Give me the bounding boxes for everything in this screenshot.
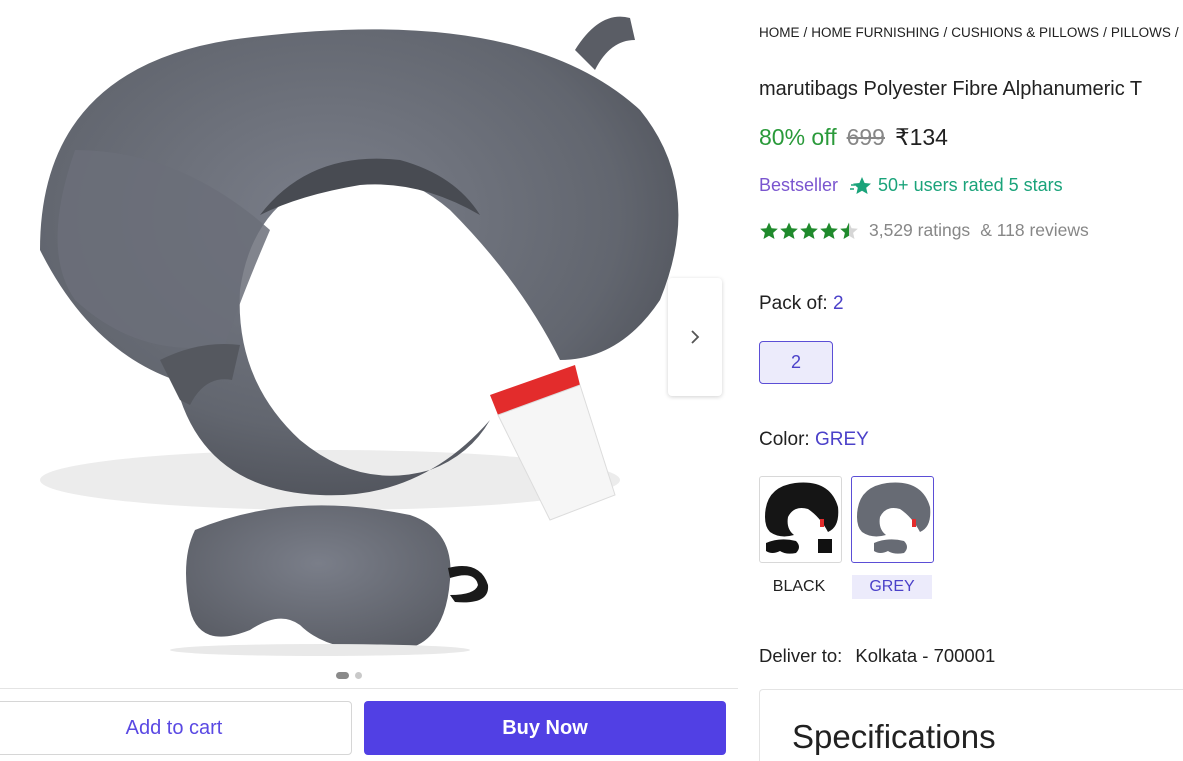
- star-icon: [780, 222, 798, 239]
- rated-badge-text: 50+ users rated 5 stars: [878, 175, 1063, 195]
- breadcrumb-home-furnishing[interactable]: HOME FURNISHING: [811, 25, 939, 40]
- rating-row[interactable]: 3,529 ratings & 118 reviews: [759, 220, 1089, 241]
- breadcrumb: HOME / HOME FURNISHING / CUSHIONS & PILLOWS /…: [759, 25, 1183, 40]
- bestseller-badge: Bestseller: [759, 175, 839, 195]
- color-selected-value: GREY: [814, 429, 869, 450]
- color-option-black-label[interactable]: BLACK: [759, 575, 839, 599]
- color-option-grey-label[interactable]: GREY: [852, 575, 932, 599]
- product-page: Add to cart Buy Now HOME / HOME FURNISHING…: [0, 0, 1183, 761]
- discount-percent: 80% off: [759, 124, 837, 150]
- next-image-button[interactable]: [668, 278, 722, 396]
- specifications-title: Specifications: [792, 718, 996, 755]
- pack-option-2[interactable]: 2: [759, 341, 833, 384]
- original-price: 699: [846, 124, 885, 150]
- pack-label-text: Pack of:: [759, 293, 828, 314]
- breadcrumb-pillows[interactable]: PILLOWS: [1111, 25, 1171, 40]
- color-label-text: Color:: [759, 429, 810, 450]
- product-title: marutibags Polyester Fibre Alphanumeric …: [759, 78, 1143, 100]
- star-icon: [820, 222, 838, 239]
- price-row: 80% off 699 ₹134: [759, 124, 948, 151]
- chevron-right-icon: [691, 330, 700, 344]
- star-icon: [800, 222, 818, 239]
- product-gallery: [0, 0, 738, 688]
- gallery-dot[interactable]: [355, 672, 362, 679]
- reviews-count: & 118 reviews: [980, 220, 1089, 240]
- grey-pillow-thumbnail: [857, 482, 931, 554]
- buy-now-button[interactable]: Buy Now: [364, 701, 726, 755]
- pack-label: Pack of: 2: [759, 293, 844, 315]
- pack-selected-value: 2: [832, 293, 844, 314]
- black-pillow-thumbnail: [765, 482, 839, 554]
- breadcrumb-home[interactable]: HOME: [759, 25, 800, 40]
- ratings-count: 3,529 ratings: [869, 220, 971, 240]
- color-label: Color: GREY: [759, 429, 869, 451]
- color-swatch-grey[interactable]: [851, 476, 934, 563]
- delivery-location[interactable]: Kolkata - 700001: [855, 645, 995, 666]
- color-swatch-black[interactable]: [759, 476, 842, 563]
- add-to-cart-button[interactable]: Add to cart: [0, 701, 352, 755]
- selling-price: ₹134: [894, 124, 948, 150]
- action-bar: Add to cart Buy Now: [0, 688, 738, 761]
- rating-stars: [759, 221, 859, 241]
- product-image[interactable]: [0, 0, 700, 670]
- product-details: HOME / HOME FURNISHING / CUSHIONS & PILLOWS /…: [759, 0, 1183, 761]
- gallery-dot-active[interactable]: [336, 672, 349, 679]
- star-badge-icon: [850, 176, 872, 194]
- rated-badge: 50+ users rated 5 stars: [850, 175, 1063, 196]
- star-icon: [760, 222, 778, 239]
- delivery-label: Deliver to:: [759, 645, 843, 666]
- star-half-icon: [840, 222, 858, 239]
- breadcrumb-cushions-pillows[interactable]: CUSHIONS & PILLOWS: [951, 25, 1099, 40]
- specifications-section: Specifications: [759, 689, 1183, 761]
- badges-row: Bestseller 50+ users rated 5 stars: [759, 175, 1063, 196]
- delivery-row: Deliver to: Kolkata - 700001: [759, 645, 995, 667]
- gallery-pagination: [336, 672, 362, 679]
